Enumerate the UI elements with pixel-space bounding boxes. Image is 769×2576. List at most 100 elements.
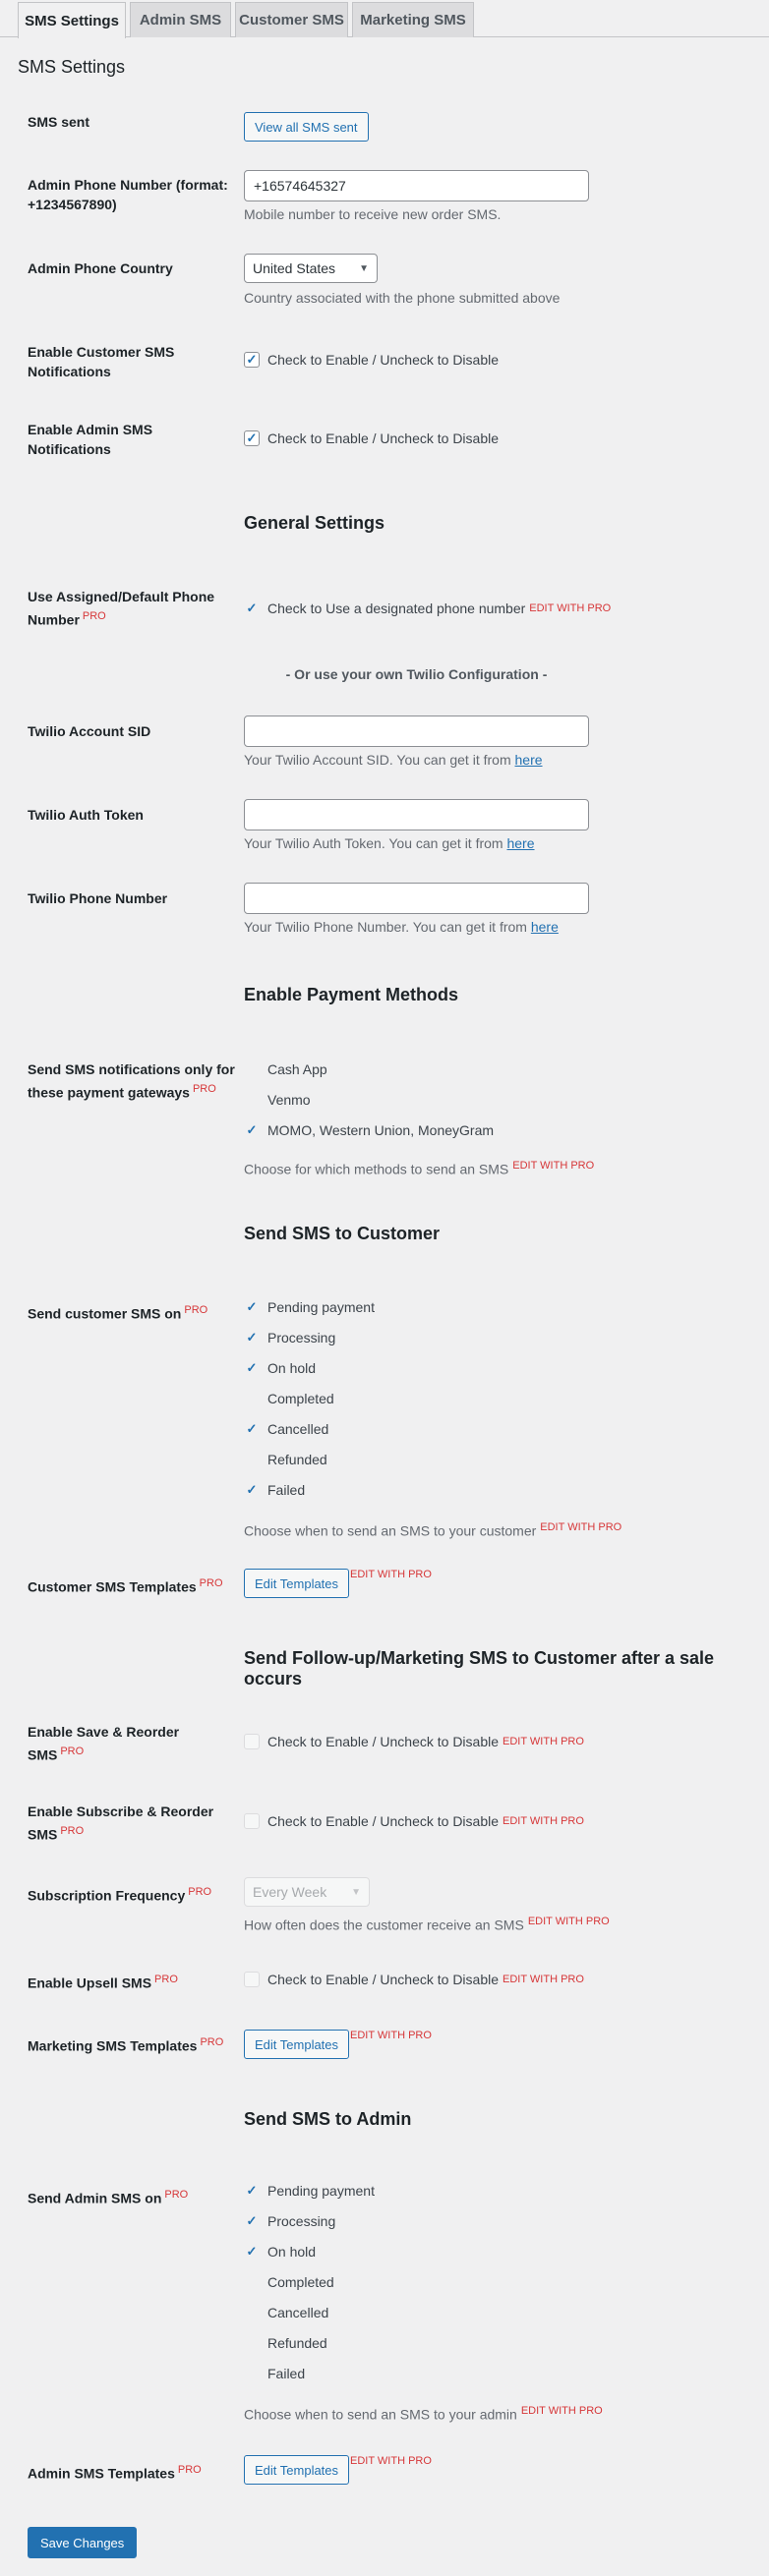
pro-badge: PRO: [164, 2189, 189, 2201]
subscription-frequency-label: Subscription Frequency PRO: [28, 1886, 212, 1904]
upsell-checkbox: [244, 1972, 260, 1987]
marketing-edit-templates-button[interactable]: Edit Templates: [244, 2030, 350, 2059]
marketing-heading: Send Follow-up/Marketing SMS to Customer…: [244, 1648, 715, 1689]
upsell-label: Enable Upsell SMS PRO: [28, 1974, 178, 1991]
admin-status-option-label: On hold: [267, 2244, 317, 2260]
twilio-sid-input[interactable]: [244, 716, 589, 747]
save-changes-button[interactable]: Save Changes: [28, 2527, 138, 2558]
customer-edit-templates-button[interactable]: Edit Templates: [244, 1569, 350, 1598]
customer-status-checkbox: ✓: [244, 1360, 260, 1376]
admin-country-select[interactable]: United States ▼: [244, 254, 378, 283]
subscribe-reorder-text: Check to Enable / Uncheck to Disable: [267, 1813, 500, 1829]
enable-admin-text: Check to Enable / Uncheck to Disable: [267, 430, 500, 446]
enable-customer-checkbox[interactable]: ✓: [244, 352, 260, 368]
assigned-phone-checkbox: ✓: [244, 601, 260, 616]
payment-methods-heading: Enable Payment Methods: [244, 985, 459, 1004]
payment-checkbox: [244, 1061, 260, 1077]
customer-status-option-label: Completed: [267, 1391, 334, 1406]
payment-option-label: Venmo: [267, 1092, 311, 1108]
payment-gateways-label: Send SMS notifications only for these pa…: [28, 1061, 235, 1101]
twilio-phone-input[interactable]: [244, 883, 589, 914]
pro-badge: PRO: [154, 1974, 178, 1985]
payment-checkbox: ✓: [244, 1122, 260, 1138]
view-all-sms-button[interactable]: View all SMS sent: [244, 112, 369, 142]
admin-status-option: Cancelled: [244, 2303, 328, 2322]
enable-customer-text: Check to Enable / Uncheck to Disable: [267, 352, 500, 368]
payment-description: Choose for which methods to send an SMS E…: [244, 1160, 595, 1177]
admin-edit-templates-button[interactable]: Edit Templates: [244, 2455, 350, 2485]
send-admin-heading: Send SMS to Admin: [244, 2109, 412, 2129]
subscription-frequency-description: How often does the customer receive an S…: [244, 1916, 610, 1933]
tab-customer-sms[interactable]: Customer SMS: [235, 2, 348, 37]
payment-checkbox: [244, 1092, 260, 1108]
admin-status-checkbox: [244, 2335, 260, 2351]
payment-option-label: MOMO, Western Union, MoneyGram: [267, 1122, 495, 1138]
pro-badge: PRO: [200, 2036, 224, 2048]
settings-page: SMS Settings Admin SMS Customer SMS Mark…: [0, 0, 769, 2576]
save-reorder-text: Check to Enable / Uncheck to Disable: [267, 1734, 500, 1749]
customer-status-option: ✓ Processing: [244, 1328, 336, 1347]
twilio-phone-label: Twilio Phone Number: [28, 890, 168, 906]
admin-status-option: Refunded: [244, 2333, 327, 2353]
edit-with-pro-badge: EDIT WITH PRO: [540, 1521, 622, 1533]
twilio-sid-label: Twilio Account SID: [28, 723, 151, 739]
edit-with-pro-badge: EDIT WITH PRO: [503, 1815, 584, 1827]
check-icon: ✓: [246, 430, 258, 445]
admin-status-option-label: Refunded: [267, 2335, 327, 2351]
twilio-token-description: Your Twilio Auth Token. You can get it f…: [244, 835, 535, 851]
pro-badge: PRO: [60, 1825, 85, 1837]
check-icon: ✓: [246, 2213, 258, 2228]
admin-phone-input[interactable]: [244, 170, 589, 201]
admin-description: Choose when to send an SMS to your admin…: [244, 2405, 603, 2423]
assigned-phone-text: Check to Use a designated phone number: [267, 601, 526, 616]
payment-option: ✓ MOMO, Western Union, MoneyGram: [244, 1120, 494, 1140]
tab-admin-sms[interactable]: Admin SMS: [130, 2, 231, 37]
admin-status-checkbox: ✓: [244, 2183, 260, 2199]
customer-status-option-label: Pending payment: [267, 1299, 375, 1315]
pro-badge: PRO: [184, 1304, 208, 1316]
subscription-frequency-value: Every Week: [253, 1884, 327, 1900]
twilio-config-note: - Or use your own Twilio Configuration -: [285, 666, 548, 682]
tab-marketing-sms[interactable]: Marketing SMS: [352, 2, 474, 37]
customer-status-checkbox: ✓: [244, 1421, 260, 1437]
edit-with-pro-badge: EDIT WITH PRO: [503, 1736, 584, 1747]
admin-status-checkbox: [244, 2305, 260, 2320]
admin-templates-label: Admin SMS Templates PRO: [28, 2464, 202, 2482]
customer-description: Choose when to send an SMS to your custo…: [244, 1521, 622, 1539]
check-icon: ✓: [246, 2183, 258, 2198]
admin-status-checkbox: ✓: [244, 2244, 260, 2260]
check-icon: ✓: [246, 1421, 258, 1436]
page-title: SMS Settings: [18, 57, 126, 77]
check-icon: ✓: [246, 1299, 258, 1314]
admin-status-option: ✓ Processing: [244, 2211, 336, 2231]
tab-sms-settings[interactable]: SMS Settings: [18, 2, 126, 38]
enable-admin-checkbox[interactable]: ✓: [244, 430, 260, 446]
upsell-row: Check to Enable / Uncheck to Disable EDI…: [244, 1970, 584, 1989]
twilio-token-input[interactable]: [244, 799, 589, 830]
enable-admin-row: ✓ Check to Enable / Uncheck to Disable: [244, 429, 499, 448]
customer-status-option: Completed: [244, 1389, 334, 1408]
edit-with-pro-badge: EDIT WITH PRO: [527, 1916, 610, 1927]
check-icon: ✓: [246, 601, 258, 615]
customer-status-checkbox: [244, 1452, 260, 1467]
twilio-token-label: Twilio Auth Token: [28, 807, 144, 823]
twilio-phone-link[interactable]: here: [531, 919, 559, 935]
edit-with-pro-badge: EDIT WITH PRO: [350, 2455, 432, 2467]
customer-status-option-label: On hold: [267, 1360, 317, 1376]
admin-status-option: ✓ Pending payment: [244, 2181, 375, 2201]
send-admin-label: Send Admin SMS on PRO: [28, 2189, 189, 2206]
edit-with-pro-badge: EDIT WITH PRO: [529, 602, 612, 614]
pro-badge: PRO: [177, 2464, 202, 2476]
check-icon: ✓: [246, 352, 258, 367]
twilio-sid-description: Your Twilio Account SID. You can get it …: [244, 752, 543, 768]
save-reorder-label: Enable Save & Reorder SMS PRO: [28, 1724, 180, 1763]
pro-badge: PRO: [199, 1577, 223, 1589]
admin-phone-description: Mobile number to receive new order SMS.: [244, 206, 502, 222]
admin-country-value: United States: [253, 260, 336, 276]
subscribe-reorder-row: Check to Enable / Uncheck to Disable EDI…: [244, 1811, 584, 1831]
admin-country-description: Country associated with the phone submit…: [244, 290, 561, 306]
twilio-sid-link[interactable]: here: [515, 752, 543, 768]
pro-badge: PRO: [60, 1746, 85, 1757]
customer-status-option-label: Failed: [267, 1482, 306, 1498]
twilio-token-link[interactable]: here: [506, 835, 534, 851]
